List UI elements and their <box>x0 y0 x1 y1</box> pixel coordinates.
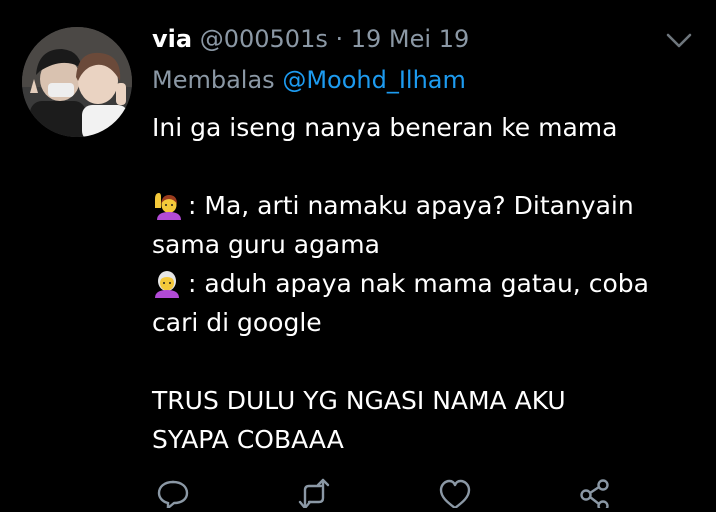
chevron-down-icon[interactable] <box>664 28 694 52</box>
tweet[interactable]: via @000501s · 19 Mei 19 Membalas @Moohd… <box>0 0 716 512</box>
text-line-intro: Ini ga iseng nanya beneran ke mama <box>152 113 618 142</box>
reply-context: Membalas @Moohd_Ilham <box>152 63 466 97</box>
display-name[interactable]: via <box>152 25 192 53</box>
old-woman-emoji <box>152 268 182 298</box>
separator-dot: · <box>335 25 344 53</box>
tweet-date[interactable]: 19 Mei 19 <box>351 25 469 53</box>
text-line-answer: : aduh apaya nak mama gatau, coba <box>152 264 697 303</box>
reply-icon[interactable] <box>156 478 190 510</box>
question-text-1: : Ma, arti namaku apaya? Ditanyain <box>188 191 634 220</box>
answer-text-2: cari di google <box>152 308 322 337</box>
retweet-icon[interactable] <box>297 478 331 510</box>
avatar[interactable] <box>22 27 132 137</box>
share-icon[interactable] <box>578 478 612 512</box>
answer-text-1: : aduh apaya nak mama gatau, coba <box>188 269 649 298</box>
tweet-header: via @000501s · 19 Mei 19 <box>152 22 469 56</box>
text-line-ending-2: SYAPA COBAAA <box>152 425 344 454</box>
question-text-2: sama guru agama <box>152 230 380 259</box>
user-handle[interactable]: @000501s <box>200 25 328 53</box>
reply-mention-link[interactable]: @Moohd_Ilham <box>282 66 466 94</box>
tweet-text: Ini ga iseng nanya beneran ke mama : Ma,… <box>152 108 697 459</box>
reply-prefix: Membalas <box>152 66 275 94</box>
text-line-ending-1: TRUS DULU YG NGASI NAMA AKU <box>152 386 566 415</box>
text-line-question: : Ma, arti namaku apaya? Ditanyain <box>152 186 697 225</box>
heart-icon[interactable] <box>438 478 472 510</box>
tweet-actions <box>0 478 716 512</box>
person-raising-hand-emoji <box>152 190 182 220</box>
